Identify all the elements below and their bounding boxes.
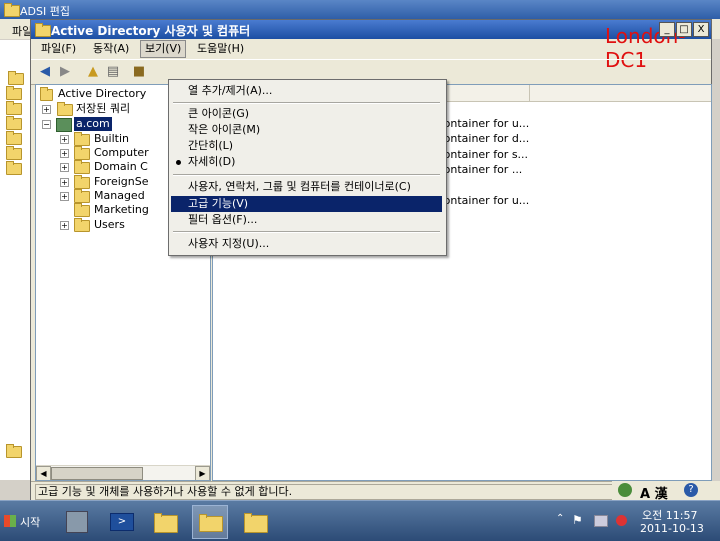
- column-header-empty[interactable]: [530, 85, 711, 102]
- adsi-app-icon: [4, 3, 20, 17]
- expand-icon[interactable]: +: [60, 221, 69, 230]
- close-button[interactable]: X: [693, 22, 709, 37]
- menu-file[interactable]: 파일(F): [37, 41, 80, 57]
- folder-icon: [6, 131, 22, 145]
- menu-item-filter-options[interactable]: 필터 옵션(F)...: [171, 212, 442, 228]
- folder-icon: [6, 101, 22, 115]
- clock-date[interactable]: 2011-10-13: [640, 522, 704, 535]
- ou-folder-icon: [74, 160, 90, 174]
- folder-icon: [74, 132, 90, 146]
- windows-logo-icon: [4, 515, 16, 527]
- scroll-left-icon[interactable]: ◀: [36, 466, 51, 480]
- menu-item-advanced-features[interactable]: 고급 기능(V): [171, 196, 442, 212]
- folder-icon: [8, 71, 24, 85]
- tree-item-label: Users: [94, 218, 125, 231]
- menu-separator: [173, 102, 440, 104]
- menu-item-small-icons[interactable]: 작은 아이콘(M): [171, 122, 442, 138]
- aduc-root-icon: [40, 87, 53, 101]
- folder-icon: [57, 102, 73, 116]
- domain-icon: [56, 118, 72, 132]
- aduc-title-bar[interactable]: Active Directory 사용자 및 컴퓨터 London-DC1 _ …: [31, 20, 711, 72]
- expand-icon[interactable]: +: [60, 163, 69, 172]
- aduc-app-icon: [35, 23, 51, 37]
- expand-icon[interactable]: +: [42, 105, 51, 114]
- folder-icon: [74, 189, 90, 203]
- aduc-task-icon[interactable]: [192, 505, 228, 539]
- collapse-icon[interactable]: −: [42, 120, 51, 129]
- language-bar: A 漢 ?: [612, 481, 720, 502]
- expand-icon[interactable]: +: [60, 149, 69, 158]
- menubar: 파일(F) 동작(A) 보기(V) 도움말(H): [31, 39, 711, 59]
- back-arrow-icon[interactable]: ◀: [37, 64, 53, 80]
- tree-item-label: ForeignSe: [94, 175, 149, 188]
- taskbar: 시작 > ⌃ ⚑ 오전 11:57 2011-10-13: [0, 500, 720, 541]
- menu-view[interactable]: 보기(V): [140, 40, 187, 58]
- expand-icon[interactable]: +: [60, 192, 69, 201]
- status-text: 고급 기능 및 개체를 사용하거나 사용할 수 없게 합니다.: [35, 484, 617, 500]
- folder-icon: [6, 444, 22, 458]
- adsi-edit-icon[interactable]: [238, 505, 272, 537]
- start-button[interactable]: 시작: [2, 511, 46, 531]
- folder-icon: [74, 146, 90, 160]
- folder-icon: [74, 218, 90, 232]
- explorer-icon[interactable]: [148, 505, 182, 537]
- ou-folder-icon: [74, 203, 90, 217]
- menu-help[interactable]: 도움말(H): [193, 41, 248, 57]
- menu-item-large-icons[interactable]: 큰 아이콘(G): [171, 106, 442, 122]
- system-tray: ⌃ ⚑ 오전 11:57 2011-10-13: [550, 501, 720, 541]
- menu-item-details-row[interactable]: 자세히(D): [171, 154, 442, 170]
- clock-time[interactable]: 오전 11:57: [642, 507, 697, 523]
- menu-action[interactable]: 동작(A): [89, 41, 133, 57]
- network-icon[interactable]: [594, 515, 608, 527]
- folder-icon: [6, 116, 22, 130]
- status-bar: 고급 기능 및 개체를 사용하거나 사용할 수 없게 합니다.: [31, 481, 711, 501]
- console-tree-icon[interactable]: ▤: [105, 64, 121, 80]
- menu-item-customize[interactable]: 사용자 지정(U)...: [171, 236, 442, 252]
- volume-muted-icon[interactable]: [616, 515, 627, 526]
- menu-separator: [173, 231, 440, 233]
- expand-icon[interactable]: +: [60, 178, 69, 187]
- folder-icon: [6, 161, 22, 175]
- tree-domain-label: a.com: [74, 117, 112, 131]
- start-label: 시작: [20, 516, 41, 529]
- menu-separator: [173, 174, 440, 176]
- tree-item-label: Computer: [94, 146, 149, 159]
- folder-icon: [6, 146, 22, 160]
- server-manager-icon[interactable]: [60, 505, 94, 537]
- folder-icon: [6, 86, 22, 100]
- menu-item-details[interactable]: 자세히(D): [171, 154, 442, 170]
- window-title: Active Directory 사용자 및 컴퓨터: [51, 24, 251, 38]
- adsi-title: ADSI 편집: [20, 5, 70, 18]
- scroll-right-icon[interactable]: ▶: [195, 466, 210, 480]
- adsi-tree-pane: [0, 40, 31, 480]
- tree-item-label: Marketing: [94, 203, 149, 216]
- language-icon[interactable]: [618, 483, 632, 497]
- maximize-button[interactable]: □: [676, 22, 692, 37]
- folder-icon: [74, 175, 90, 189]
- view-menu-dropdown: 열 추가/제거(A)... 큰 아이콘(G) 작은 아이콘(M) 간단히(L) …: [168, 79, 447, 256]
- help-icon[interactable]: ?: [684, 483, 698, 497]
- forward-arrow-icon[interactable]: ▶: [57, 64, 73, 80]
- adsi-title-bar: ADSI 편집: [0, 0, 720, 19]
- tree-horizontal-scrollbar[interactable]: ◀ ▶: [36, 465, 210, 480]
- tree-saved-queries-label: 저장된 쿼리: [76, 102, 131, 115]
- aduc-window: Active Directory 사용자 및 컴퓨터 London-DC1 _ …: [30, 19, 712, 502]
- minimize-button[interactable]: _: [659, 22, 675, 37]
- tree-root-label: Active Directory: [58, 87, 147, 100]
- menu-item-users-as-containers[interactable]: 사용자, 연락처, 그룹 및 컴퓨터를 컨테이너로(C): [171, 179, 442, 195]
- expand-icon[interactable]: +: [60, 135, 69, 144]
- tree-item-label: Managed: [94, 189, 145, 202]
- tree-item-label: Builtin: [94, 132, 129, 145]
- tree-item-label: Domain C: [94, 160, 148, 173]
- show-hidden-icons-icon[interactable]: ⌃: [556, 513, 564, 524]
- up-folder-icon[interactable]: ▲: [85, 64, 101, 80]
- menu-item-add-remove-columns[interactable]: 열 추가/제거(A)...: [171, 83, 442, 99]
- scroll-thumb[interactable]: [51, 467, 143, 480]
- action-center-flag-icon[interactable]: ⚑: [572, 513, 583, 527]
- menu-item-list[interactable]: 간단히(L): [171, 138, 442, 154]
- toolbar-icon[interactable]: ■: [131, 64, 147, 80]
- powershell-icon[interactable]: >: [104, 505, 138, 537]
